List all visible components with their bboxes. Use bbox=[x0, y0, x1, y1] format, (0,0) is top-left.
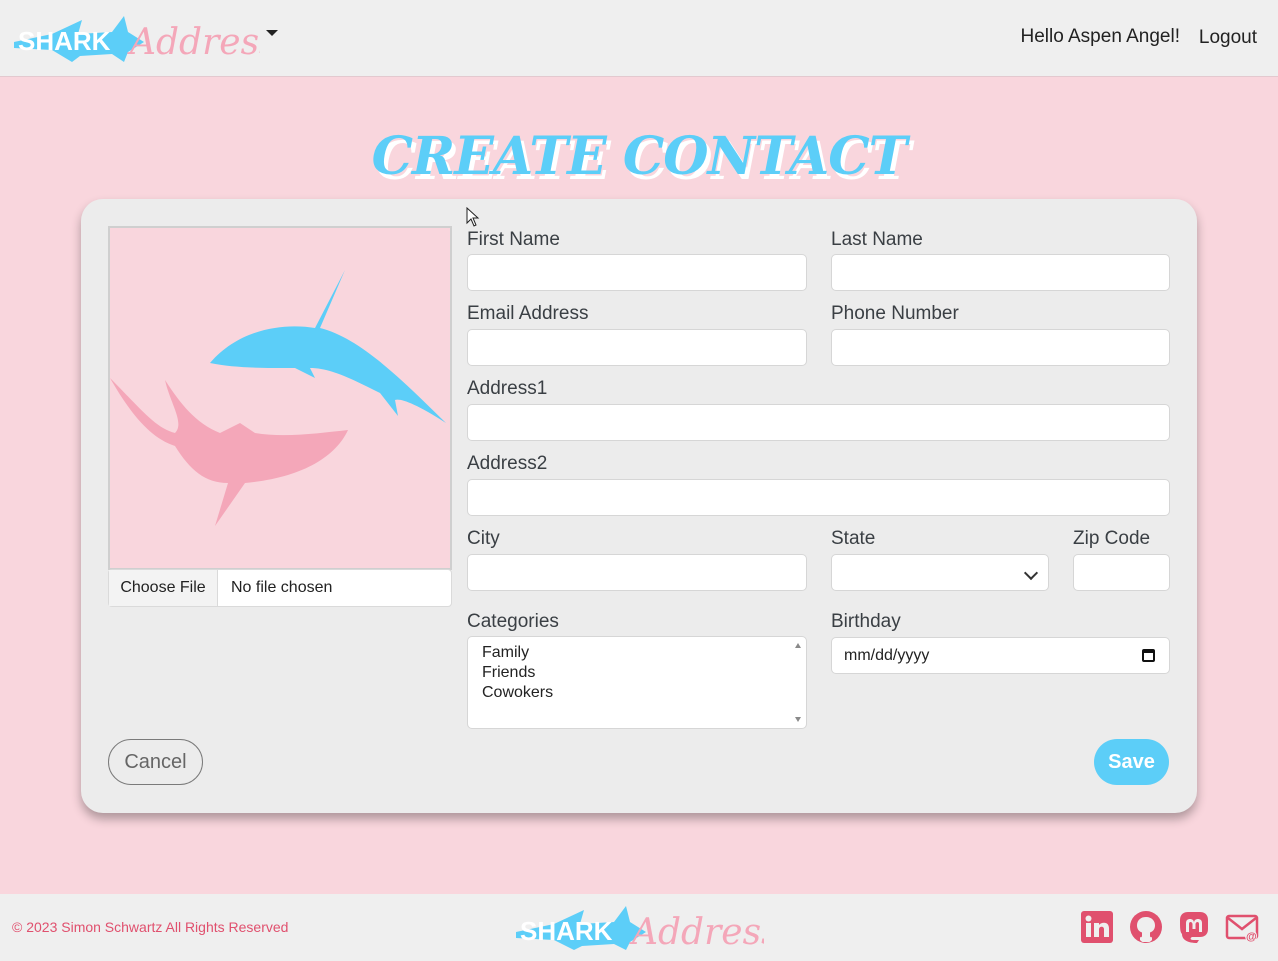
logout-link[interactable]: Logout bbox=[1199, 27, 1257, 49]
cancel-button[interactable]: Cancel bbox=[108, 739, 203, 785]
svg-text:@: @ bbox=[1246, 931, 1257, 943]
copyright-text: © 2023 Simon Schwartz All Rights Reserve… bbox=[12, 919, 289, 935]
choose-file-button[interactable]: Choose File bbox=[109, 570, 218, 606]
zip-label: Zip Code bbox=[1073, 528, 1151, 549]
calendar-icon[interactable] bbox=[1142, 649, 1155, 662]
zip-input[interactable] bbox=[1073, 554, 1170, 591]
phone-label: Phone Number bbox=[831, 303, 959, 324]
category-option[interactable]: Cowokers bbox=[468, 683, 806, 703]
contact-image-file-input[interactable]: Choose File No file chosen bbox=[108, 569, 452, 607]
first-name-input[interactable] bbox=[467, 254, 807, 291]
last-name-input[interactable] bbox=[831, 254, 1170, 291]
contact-form-card: Choose File No file chosen First Name La… bbox=[81, 199, 1197, 813]
email-input[interactable] bbox=[467, 329, 807, 366]
birthday-label: Birthday bbox=[831, 611, 901, 632]
email-label: Email Address bbox=[467, 303, 589, 324]
category-option[interactable]: Family bbox=[468, 643, 806, 663]
address1-label: Address1 bbox=[467, 378, 548, 399]
sharks-illustration bbox=[110, 270, 446, 526]
user-greeting: Hello Aspen Angel! bbox=[1020, 26, 1180, 47]
state-label: State bbox=[831, 528, 876, 549]
birthday-input[interactable]: mm/dd/yyyy bbox=[831, 637, 1170, 674]
brand-logo[interactable]: SHARK Address bbox=[12, 12, 260, 64]
first-name-label: First Name bbox=[467, 229, 560, 250]
page-title: CREATE CONTACT bbox=[371, 126, 908, 187]
phone-input[interactable] bbox=[831, 329, 1170, 366]
state-select[interactable] bbox=[831, 554, 1049, 591]
city-input[interactable] bbox=[467, 554, 807, 591]
brand-logo-left: SHARK bbox=[18, 26, 111, 56]
categories-label: Categories bbox=[467, 611, 559, 632]
address2-input[interactable] bbox=[467, 479, 1170, 516]
page-title-wrap: CREATE CONTACT bbox=[0, 126, 1278, 187]
address1-input[interactable] bbox=[467, 404, 1170, 441]
linkedin-icon[interactable] bbox=[1080, 910, 1114, 944]
scroll-up-arrow-icon[interactable] bbox=[795, 643, 801, 648]
last-name-label: Last Name bbox=[831, 229, 923, 250]
email-icon[interactable]: @ bbox=[1225, 910, 1259, 944]
city-label: City bbox=[467, 528, 500, 549]
chevron-down-icon bbox=[1023, 565, 1039, 581]
brand-dropdown-caret-icon[interactable] bbox=[266, 30, 278, 36]
address2-label: Address2 bbox=[467, 453, 548, 474]
footer-brand-right: Address bbox=[629, 912, 764, 952]
contact-image-preview bbox=[108, 226, 452, 570]
scroll-down-arrow-icon[interactable] bbox=[795, 717, 801, 722]
mastodon-icon[interactable] bbox=[1177, 910, 1211, 944]
save-button[interactable]: Save bbox=[1094, 739, 1169, 785]
file-status: No file chosen bbox=[231, 579, 333, 596]
navbar: SHARK Address Hello Aspen Angel! Logout bbox=[0, 0, 1278, 77]
footer-brand-left: SHARK bbox=[520, 916, 613, 946]
birthday-placeholder: mm/dd/yyyy bbox=[844, 646, 930, 664]
footer: © 2023 Simon Schwartz All Rights Reserve… bbox=[0, 894, 1278, 961]
category-option[interactable]: Friends bbox=[468, 663, 806, 683]
mouse-cursor-icon bbox=[466, 207, 480, 227]
brand-logo-right: Address bbox=[127, 22, 260, 63]
categories-listbox[interactable]: Family Friends Cowokers bbox=[467, 636, 807, 729]
footer-brand-logo[interactable]: SHARK Address bbox=[514, 902, 764, 952]
github-icon[interactable] bbox=[1129, 910, 1163, 944]
